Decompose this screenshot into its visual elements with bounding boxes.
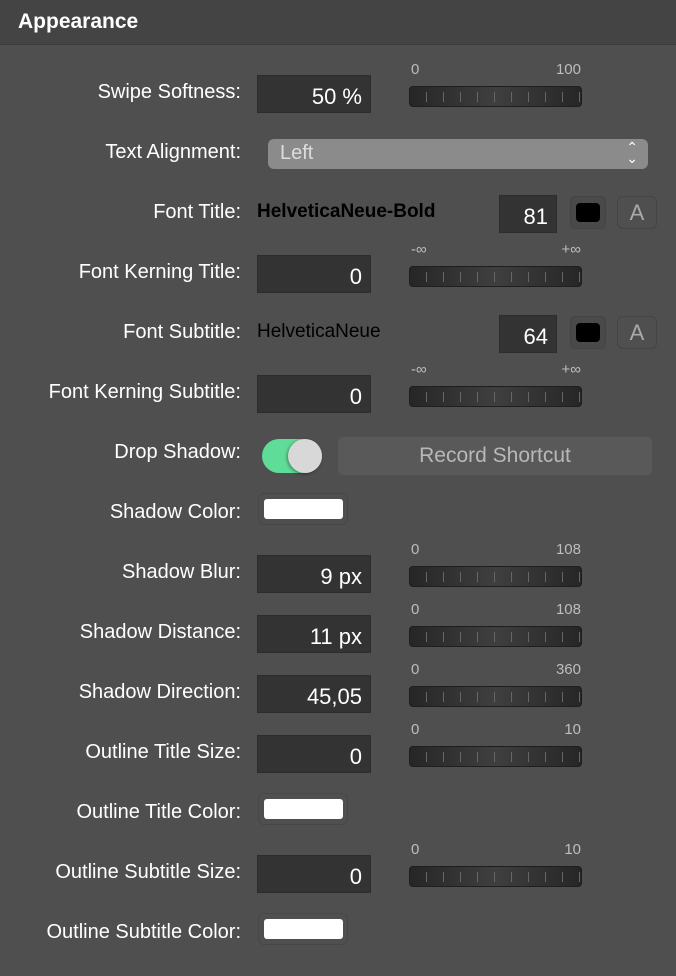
setting-row-shadow-color: Shadow Color: bbox=[0, 483, 676, 543]
toggle-knob bbox=[288, 439, 322, 473]
slider-max-label: 108 bbox=[555, 601, 581, 618]
slider-min-label: 0 bbox=[411, 841, 420, 858]
font-kerning-title-slider[interactable] bbox=[409, 266, 582, 287]
outline-title-size-slider[interactable] bbox=[409, 746, 582, 767]
font-subtitle-font-picker-button[interactable]: A bbox=[617, 316, 657, 349]
font-title-label: Font Title: bbox=[153, 201, 241, 223]
setting-row-font-kerning-title: Font Kerning Title: 0 -∞ +∞ bbox=[0, 241, 676, 303]
slider-min-label: 0 bbox=[411, 541, 420, 558]
shadow-color-color-well[interactable] bbox=[258, 493, 348, 525]
text-alignment-popup[interactable]: Left ⌃ ⌄ bbox=[268, 139, 648, 169]
outline-title-color-label: Outline Title Color: bbox=[76, 801, 241, 823]
slider-max-label: 10 bbox=[564, 721, 581, 738]
setting-row-drop-shadow: Drop Shadow: Record Shortcut bbox=[0, 423, 676, 483]
swipe-softness-field[interactable]: 50 % bbox=[257, 75, 371, 113]
slider-min-label: 0 bbox=[411, 61, 420, 78]
shadow-distance-slider-group: 0 108 bbox=[409, 601, 583, 649]
section-title: Appearance bbox=[18, 10, 139, 33]
setting-row-outline-title-size: Outline Title Size: 0 0 10 bbox=[0, 721, 676, 783]
chevron-updown-icon: ⌃ ⌄ bbox=[626, 139, 638, 166]
font-kerning-title-label: Font Kerning Title: bbox=[78, 261, 241, 283]
swipe-softness-label: Swipe Softness: bbox=[97, 81, 241, 103]
outline-subtitle-size-label: Outline Subtitle Size: bbox=[55, 861, 241, 883]
shadow-distance-label: Shadow Distance: bbox=[79, 621, 241, 643]
slider-max-label: +∞ bbox=[561, 361, 581, 378]
setting-row-shadow-blur: Shadow Blur: 9 px 0 108 bbox=[0, 541, 676, 603]
outline-subtitle-size-slider-group: 0 10 bbox=[409, 841, 583, 889]
font-title-font-name: HelveticaNeue-Bold bbox=[257, 201, 436, 222]
slider-min-label: -∞ bbox=[411, 241, 427, 258]
shadow-direction-slider-group: 0 360 bbox=[409, 661, 583, 709]
shadow-blur-field[interactable]: 9 px bbox=[257, 555, 371, 593]
font-kerning-subtitle-slider-group: -∞ +∞ bbox=[409, 361, 583, 409]
shadow-blur-label: Shadow Blur: bbox=[122, 561, 241, 583]
font-kerning-title-slider-group: -∞ +∞ bbox=[409, 241, 583, 289]
slider-max-label: 360 bbox=[555, 661, 581, 678]
outline-title-size-field[interactable]: 0 bbox=[257, 735, 371, 773]
shadow-color-label: Shadow Color: bbox=[109, 501, 241, 523]
text-alignment-value: Left bbox=[280, 142, 314, 164]
drop-shadow-toggle[interactable] bbox=[262, 439, 322, 473]
slider-max-label: +∞ bbox=[561, 241, 581, 258]
shadow-blur-slider-group: 0 108 bbox=[409, 541, 583, 589]
outline-title-size-slider-group: 0 10 bbox=[409, 721, 583, 769]
font-kerning-subtitle-slider[interactable] bbox=[409, 386, 582, 407]
color-swatch bbox=[576, 203, 600, 222]
outline-title-color-color-well[interactable] bbox=[258, 793, 348, 825]
shadow-blur-slider[interactable] bbox=[409, 566, 582, 587]
font-subtitle-font-name: HelveticaNeue bbox=[257, 321, 381, 342]
font-subtitle-size-field[interactable]: 64 bbox=[499, 315, 557, 353]
slider-min-label: 0 bbox=[411, 661, 420, 678]
text-alignment-label: Text Alignment: bbox=[105, 141, 241, 163]
setting-row-swipe-softness: Swipe Softness: 50 % 0 100 bbox=[0, 61, 676, 123]
color-swatch bbox=[264, 499, 343, 519]
section-header: Appearance bbox=[0, 0, 676, 45]
font-kerning-title-field[interactable]: 0 bbox=[257, 255, 371, 293]
swipe-softness-slider-group: 0 100 bbox=[409, 61, 583, 109]
shadow-distance-field[interactable]: 11 px bbox=[257, 615, 371, 653]
slider-max-label: 100 bbox=[555, 61, 581, 78]
font-subtitle-label: Font Subtitle: bbox=[123, 321, 241, 343]
outline-subtitle-size-slider[interactable] bbox=[409, 866, 582, 887]
setting-row-font-subtitle: Font Subtitle: HelveticaNeue 64 A bbox=[0, 303, 676, 363]
font-kerning-subtitle-label: Font Kerning Subtitle: bbox=[48, 381, 241, 403]
drop-shadow-label: Drop Shadow: bbox=[114, 441, 241, 463]
record-shortcut-button[interactable]: Record Shortcut bbox=[338, 437, 652, 475]
color-swatch bbox=[576, 323, 600, 342]
setting-row-font-kerning-subtitle: Font Kerning Subtitle: 0 -∞ +∞ bbox=[0, 361, 676, 423]
shadow-direction-slider[interactable] bbox=[409, 686, 582, 707]
setting-row-outline-title-color: Outline Title Color: bbox=[0, 783, 676, 843]
outline-title-size-label: Outline Title Size: bbox=[85, 741, 241, 763]
setting-row-text-alignment: Text Alignment: Left ⌃ ⌄ bbox=[0, 123, 676, 183]
font-title-size-field[interactable]: 81 bbox=[499, 195, 557, 233]
setting-row-font-title: Font Title: HelveticaNeue-Bold 81 A bbox=[0, 183, 676, 243]
shadow-direction-label: Shadow Direction: bbox=[78, 681, 241, 703]
shadow-direction-field[interactable]: 45,05 bbox=[257, 675, 371, 713]
font-kerning-subtitle-field[interactable]: 0 bbox=[257, 375, 371, 413]
swipe-softness-slider[interactable] bbox=[409, 86, 582, 107]
color-swatch bbox=[264, 799, 343, 819]
outline-subtitle-color-label: Outline Subtitle Color: bbox=[46, 921, 241, 943]
slider-min-label: 0 bbox=[411, 601, 420, 618]
slider-min-label: -∞ bbox=[411, 361, 427, 378]
slider-max-label: 108 bbox=[555, 541, 581, 558]
slider-min-label: 0 bbox=[411, 721, 420, 738]
setting-row-outline-subtitle-color: Outline Subtitle Color: bbox=[0, 903, 676, 963]
setting-row-outline-subtitle-size: Outline Subtitle Size: 0 0 10 bbox=[0, 841, 676, 903]
outline-subtitle-size-field[interactable]: 0 bbox=[257, 855, 371, 893]
outline-subtitle-color-color-well[interactable] bbox=[258, 913, 348, 945]
font-title-font-picker-button[interactable]: A bbox=[617, 196, 657, 229]
setting-row-shadow-distance: Shadow Distance: 11 px 0 108 bbox=[0, 601, 676, 663]
slider-max-label: 10 bbox=[564, 841, 581, 858]
color-swatch bbox=[264, 919, 343, 939]
font-subtitle-color-well[interactable] bbox=[570, 316, 606, 349]
shadow-distance-slider[interactable] bbox=[409, 626, 582, 647]
setting-row-shadow-direction: Shadow Direction: 45,05 0 360 bbox=[0, 661, 676, 723]
font-title-color-well[interactable] bbox=[570, 196, 606, 229]
